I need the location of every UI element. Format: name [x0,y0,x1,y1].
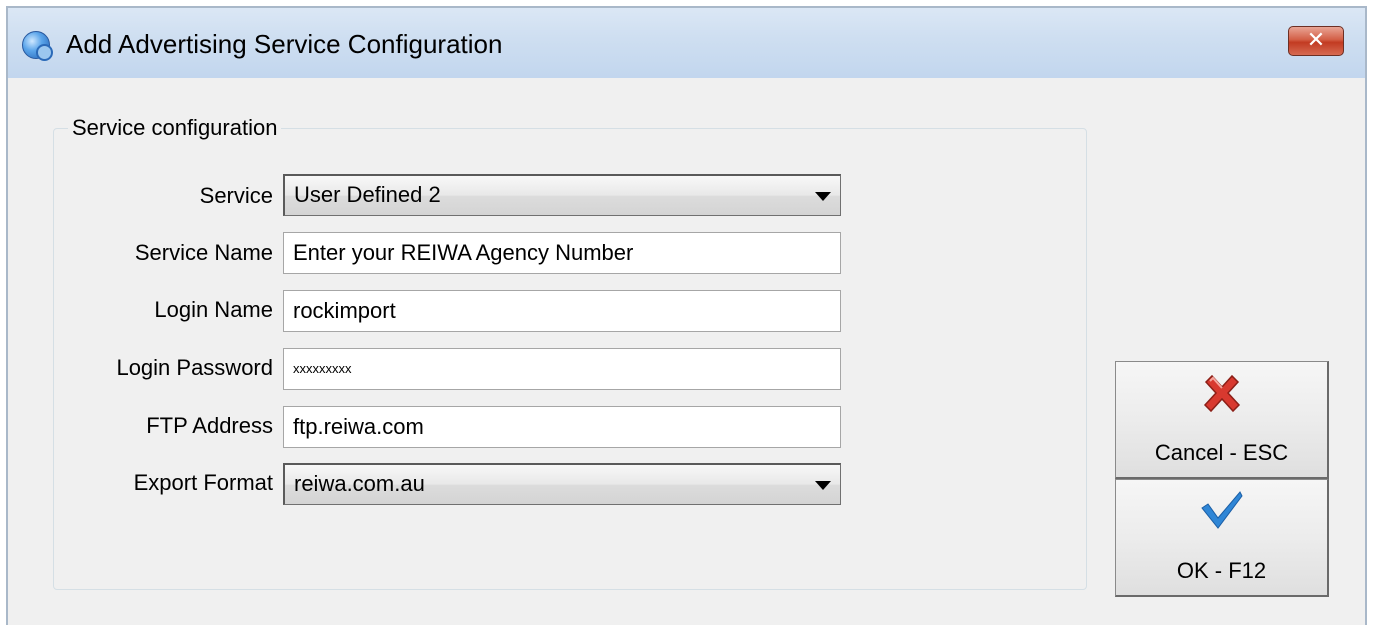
login-password-label: Login Password [116,355,273,380]
export-format-label: Export Format [133,470,273,495]
export-format-dropdown-value: reiwa.com.au [294,471,425,496]
window-title: Add Advertising Service Configuration [66,29,503,59]
service-dropdown-value: User Defined 2 [294,182,441,207]
cancel-button-label: Cancel - ESC [1154,440,1289,465]
ok-button[interactable]: OK - F12 [1115,479,1329,597]
service-dropdown[interactable]: User Defined 2 [283,174,841,216]
service-name-field[interactable]: Enter your REIWA Agency Number [283,232,841,274]
login-password-field[interactable]: xxxxxxxxx [283,348,841,390]
chevron-down-icon[interactable] [815,481,831,490]
login-name-label: Login Name [154,297,273,322]
close-button[interactable]: ✕ [1288,26,1344,56]
dialog-body: Service configuration Service User Defin… [8,78,1365,625]
cancel-button[interactable]: Cancel - ESC [1115,361,1329,479]
ftp-address-label: FTP Address [146,413,273,438]
group-label: Service configuration [68,114,282,142]
dialog-window: Add Advertising Service Configuration ✕ … [6,6,1367,625]
service-label: Service [199,183,273,208]
title-bar[interactable]: Add Advertising Service Configuration ✕ [8,8,1365,78]
red-x-icon [1203,374,1240,413]
blue-check-icon [1200,491,1243,529]
export-format-dropdown[interactable]: reiwa.com.au [283,463,841,505]
app-globe-icon [22,31,53,61]
chevron-down-icon[interactable] [815,192,831,201]
login-name-field[interactable]: rockimport [283,290,841,332]
ok-button-label: OK - F12 [1176,558,1267,583]
service-name-label: Service Name [134,240,273,265]
ftp-address-field[interactable]: ftp.reiwa.com [283,406,841,448]
